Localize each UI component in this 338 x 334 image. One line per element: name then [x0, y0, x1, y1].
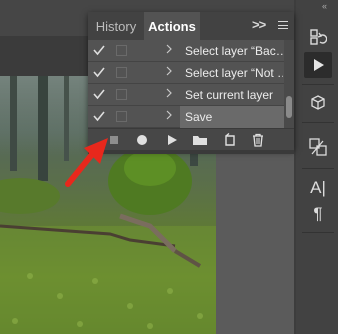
tab-actions[interactable]: Actions [144, 12, 200, 40]
panel-dock [296, 0, 338, 334]
character-dock-button[interactable]: A| [304, 174, 332, 200]
chevron-right-icon[interactable] [165, 65, 173, 77]
delete-button[interactable] [248, 132, 268, 148]
play-icon [168, 135, 177, 145]
paragraph-dock-button[interactable]: ¶ [304, 200, 332, 226]
new-action-icon [225, 133, 235, 146]
chevron-right-icon[interactable] [165, 87, 173, 99]
actions-dock-button[interactable] [304, 52, 332, 78]
checkmark-icon[interactable] [93, 109, 105, 123]
folder-icon [193, 136, 207, 145]
chevron-right-icon[interactable] [165, 43, 173, 55]
photoshop-window: « A| ¶ History Actions >> Select layer “… [0, 0, 338, 334]
record-icon [137, 135, 147, 145]
new-action-button[interactable] [220, 132, 240, 148]
clone-source-dock-button[interactable] [304, 134, 332, 160]
annotation-arrow-icon [65, 138, 108, 187]
dock-divider [302, 168, 334, 169]
action-row[interactable]: Select layer “Not … [88, 62, 284, 84]
collapse-dock-icon[interactable]: « [322, 2, 327, 11]
new-set-button[interactable] [190, 132, 210, 148]
character-icon: A| [310, 177, 326, 197]
panel-menu-icon[interactable] [278, 21, 288, 29]
action-label: Select layer “Bac… [185, 44, 283, 58]
action-label: Select layer “Not … [185, 66, 283, 80]
history-icon [310, 29, 327, 45]
canvas-pasteboard [216, 150, 300, 334]
actions-toolbar [88, 128, 294, 151]
tab-history[interactable]: History [88, 12, 144, 40]
dialog-toggle[interactable] [116, 111, 127, 122]
paragraph-icon: ¶ [313, 203, 323, 223]
actions-scrollbar[interactable] [284, 40, 294, 128]
history-dock-button[interactable] [304, 24, 332, 50]
actions-panel: History Actions >> Select layer “Bac… Se… [88, 12, 294, 151]
action-row-selected[interactable]: Save [88, 106, 287, 128]
dialog-toggle[interactable] [116, 45, 127, 56]
chevron-right-icon[interactable] [165, 109, 173, 121]
dock-divider [302, 232, 334, 233]
3d-dock-button[interactable] [304, 90, 332, 116]
action-row[interactable]: Select layer “Bac… [88, 40, 284, 62]
checkmark-icon[interactable] [93, 87, 105, 101]
actions-play-icon [314, 59, 324, 71]
dock-divider [302, 122, 334, 123]
clone-source-icon [309, 138, 327, 156]
panel-tab-bar: History Actions >> [88, 12, 294, 40]
actions-list: Select layer “Bac… Select layer “Not … S… [88, 40, 294, 128]
record-button[interactable] [132, 132, 152, 148]
play-button[interactable] [162, 132, 182, 148]
checkmark-icon[interactable] [93, 43, 105, 57]
panel-resize-edge[interactable] [88, 150, 294, 154]
dock-divider [302, 84, 334, 85]
action-row[interactable]: Set current layer [88, 84, 284, 106]
3d-icon [311, 95, 325, 110]
dialog-toggle[interactable] [116, 89, 127, 100]
delete-icon [253, 133, 263, 147]
action-label: Save [180, 106, 287, 128]
dialog-toggle[interactable] [116, 67, 127, 78]
checkmark-icon[interactable] [93, 65, 105, 79]
expand-panels-icon[interactable]: >> [252, 18, 266, 32]
action-label: Set current layer [185, 88, 274, 102]
scrollbar-thumb[interactable] [286, 96, 292, 118]
